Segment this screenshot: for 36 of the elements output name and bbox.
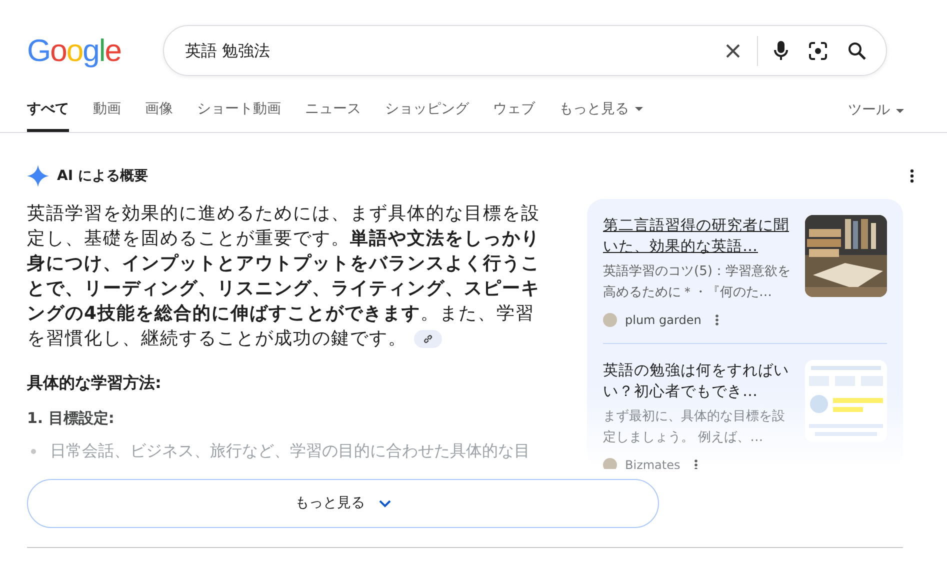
search-tab[interactable]: ショート動画: [197, 97, 281, 132]
list-item-text: 日常会話、ビジネス、旅行など、学習の目的に合わせた具体的な目: [50, 440, 530, 462]
site-icon: [603, 313, 617, 327]
search-tab[interactable]: 画像: [145, 97, 173, 132]
google-logo[interactable]: Google: [27, 35, 163, 66]
bullet-icon: [31, 448, 36, 454]
source-title-link[interactable]: 第二言語習得の研究者に聞いた、効果的な英語…: [603, 215, 791, 257]
sparkle-icon: [27, 165, 49, 187]
section-heading: 具体的な学習方法:: [27, 372, 162, 394]
chevron-down-icon: [379, 500, 391, 508]
overview-paragraph: 英語学習を効果的に進めるためには、まず具体的な目標を設定し、基礎を固めることが重要です。単語や文法をしっかり身につけ、インプットとアウトプットをバランスよく行うことで、リーディング、リスニング、ライティング、スピーキングの4技能を総合的に伸ばすことができます。また、学習を習慣化し、継続することが成功の鍵です。: [27, 202, 541, 351]
search-tab[interactable]: 動画: [93, 97, 121, 132]
microphone-icon[interactable]: [774, 40, 788, 60]
source-snippet: まず最初に、具体的な目標を設定しましょう。 例えば、…: [603, 408, 786, 447]
link-icon[interactable]: [414, 330, 442, 348]
search-tab[interactable]: ショッピング: [385, 97, 469, 132]
section-title: AI による概要: [57, 166, 148, 186]
tools-button[interactable]: ツール: [848, 100, 904, 132]
site-icon: [603, 458, 617, 469]
source-snippet: 英語学習のコツ(5)：学習意欲を高めるために＊・『何のた…: [603, 263, 791, 302]
clear-icon[interactable]: [725, 42, 741, 58]
source-title-link[interactable]: 英語の勉強は何をすればいい？初心者でもでき…: [603, 360, 791, 402]
search-tab[interactable]: ウェブ: [493, 97, 535, 132]
source-site: plum garden: [625, 312, 702, 329]
camera-icon[interactable]: [808, 40, 828, 60]
more-options-icon[interactable]: [910, 169, 914, 183]
more-options-icon[interactable]: [694, 459, 698, 469]
source-site: Bizmates: [625, 457, 680, 469]
show-more-button[interactable]: もっと見る: [27, 479, 659, 528]
search-icon[interactable]: [848, 42, 866, 60]
search-field[interactable]: 英語 勉強法: [163, 25, 887, 76]
search-tab[interactable]: ニュース: [305, 97, 361, 132]
dropdown-icon: [896, 108, 904, 112]
search-tab[interactable]: すべて: [27, 97, 69, 132]
list-heading: 1. 目標設定:: [27, 408, 116, 429]
search-tab[interactable]: もっと見る: [559, 97, 643, 132]
